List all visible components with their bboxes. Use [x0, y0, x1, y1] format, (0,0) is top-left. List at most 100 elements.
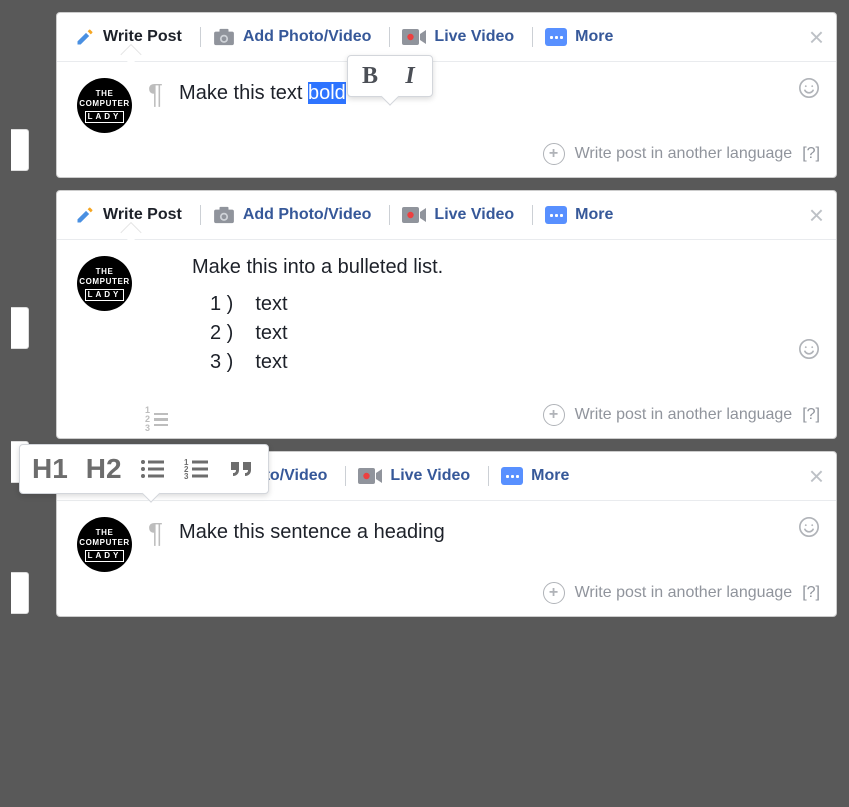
divider: [532, 27, 533, 47]
post-composer: Write Post Add Photo/Video Live Video Mo…: [56, 451, 837, 617]
avatar-text: THE: [96, 528, 114, 538]
another-language-link[interactable]: Write post in another language: [575, 145, 793, 163]
avatar-text: LADY: [85, 289, 125, 301]
h1-button[interactable]: H1: [32, 453, 68, 485]
avatar-text: LADY: [85, 111, 125, 123]
tab-label: Live Video: [390, 467, 470, 485]
post-composer: Write Post Add Photo/Video Live Video Mo…: [56, 190, 837, 439]
avatar-text: COMPUTER: [79, 538, 130, 548]
video-icon: [402, 207, 426, 223]
tab-label: Add Photo/Video: [243, 28, 372, 46]
bullet-list-button[interactable]: [140, 458, 166, 480]
bold-button[interactable]: B: [352, 59, 388, 93]
list-number: 1 ): [210, 293, 233, 316]
close-button[interactable]: ×: [809, 24, 824, 50]
tab-label: More: [531, 467, 569, 485]
tab-more[interactable]: More: [539, 24, 625, 60]
camera-icon: [213, 206, 235, 224]
list-item: 3 ) text: [210, 351, 443, 374]
block-format-popover: H1 H2 123: [19, 444, 269, 494]
tab-label: Live Video: [434, 28, 514, 46]
composer-footer: + Write post in another language [?]: [57, 400, 836, 438]
post-text-input[interactable]: Make this into a bulleted list. 1 )text …: [192, 256, 443, 380]
video-icon: [358, 468, 382, 484]
help-link[interactable]: [?]: [802, 406, 820, 424]
tab-more[interactable]: More: [495, 463, 581, 499]
divider: [488, 466, 489, 486]
more-icon: [501, 467, 523, 485]
close-button[interactable]: ×: [809, 202, 824, 228]
composer-footer: + Write post in another language [?]: [57, 139, 836, 177]
avatar-text: COMPUTER: [79, 99, 130, 109]
divider: [200, 205, 201, 225]
avatar-text: LADY: [85, 550, 125, 562]
add-language-button[interactable]: +: [543, 143, 565, 165]
post-text: Make this sentence a heading: [179, 521, 445, 543]
italic-button[interactable]: I: [392, 59, 428, 93]
numbered-list-button[interactable]: 123: [145, 406, 168, 433]
side-stub: [11, 572, 29, 614]
divider: [389, 205, 390, 225]
post-text-input[interactable]: Make this text bold: [179, 78, 346, 105]
blockquote-button[interactable]: [228, 458, 256, 480]
list-number: 3 ): [210, 351, 233, 374]
avatar: THE COMPUTER LADY: [77, 78, 132, 133]
tab-write-post[interactable]: Write Post: [69, 201, 194, 239]
avatar-text: THE: [96, 267, 114, 277]
tab-write-post[interactable]: Write Post: [69, 23, 194, 61]
emoji-button[interactable]: [798, 338, 820, 366]
selected-text: bold: [308, 82, 346, 104]
composer-footer: + Write post in another language [?]: [57, 578, 836, 616]
inline-format-popover: B I: [347, 55, 433, 97]
tab-label: Add Photo/Video: [243, 206, 372, 224]
side-stub: [11, 129, 29, 171]
add-language-button[interactable]: +: [543, 404, 565, 426]
post-text-input[interactable]: Make this sentence a heading: [179, 517, 445, 544]
divider: [389, 27, 390, 47]
emoji-button[interactable]: [798, 516, 820, 544]
list-text: text: [255, 351, 287, 374]
paragraph-style-button[interactable]: ¶: [148, 517, 163, 549]
svg-text:3: 3: [184, 472, 189, 480]
tab-label: Write Post: [103, 206, 182, 224]
tab-add-photo[interactable]: Add Photo/Video: [207, 202, 384, 238]
help-link[interactable]: [?]: [802, 584, 820, 602]
tab-label: Write Post: [103, 28, 182, 46]
tab-label: More: [575, 206, 613, 224]
h2-button[interactable]: H2: [86, 453, 122, 485]
tab-label: More: [575, 28, 613, 46]
pencil-icon: [75, 27, 95, 47]
list-item: 2 ) text: [210, 322, 443, 345]
video-icon: [402, 29, 426, 45]
tab-live-video[interactable]: Live Video: [396, 202, 526, 238]
tab-label: Live Video: [434, 206, 514, 224]
divider: [532, 205, 533, 225]
another-language-link[interactable]: Write post in another language: [575, 406, 793, 424]
more-icon: [545, 28, 567, 46]
avatar-text: COMPUTER: [79, 277, 130, 287]
tab-live-video[interactable]: Live Video: [352, 463, 482, 499]
paragraph-style-button[interactable]: ¶: [148, 78, 163, 110]
list-text: text: [255, 293, 287, 316]
divider: [200, 27, 201, 47]
tab-bar: Write Post Add Photo/Video Live Video Mo…: [57, 13, 836, 62]
avatar-text: THE: [96, 89, 114, 99]
emoji-button[interactable]: [798, 77, 820, 105]
list-number: 2 ): [210, 322, 233, 345]
composer-body: B I THE COMPUTER LADY ¶ Make this text b…: [57, 62, 836, 139]
more-icon: [545, 206, 567, 224]
list-item: 1 ) text: [210, 293, 443, 316]
add-language-button[interactable]: +: [543, 582, 565, 604]
divider: [345, 466, 346, 486]
composer-body: THE COMPUTER LADY Make this into a bulle…: [57, 240, 836, 400]
close-button[interactable]: ×: [809, 463, 824, 489]
help-link[interactable]: [?]: [802, 145, 820, 163]
post-composer: Write Post Add Photo/Video Live Video Mo…: [56, 12, 837, 178]
tab-more[interactable]: More: [539, 202, 625, 238]
numbered-list-button[interactable]: 123: [184, 458, 210, 480]
side-stub: [11, 307, 29, 349]
tab-bar: Write Post Add Photo/Video Live Video Mo…: [57, 191, 836, 240]
pencil-icon: [75, 205, 95, 225]
list-text: text: [255, 322, 287, 345]
another-language-link[interactable]: Write post in another language: [575, 584, 793, 602]
